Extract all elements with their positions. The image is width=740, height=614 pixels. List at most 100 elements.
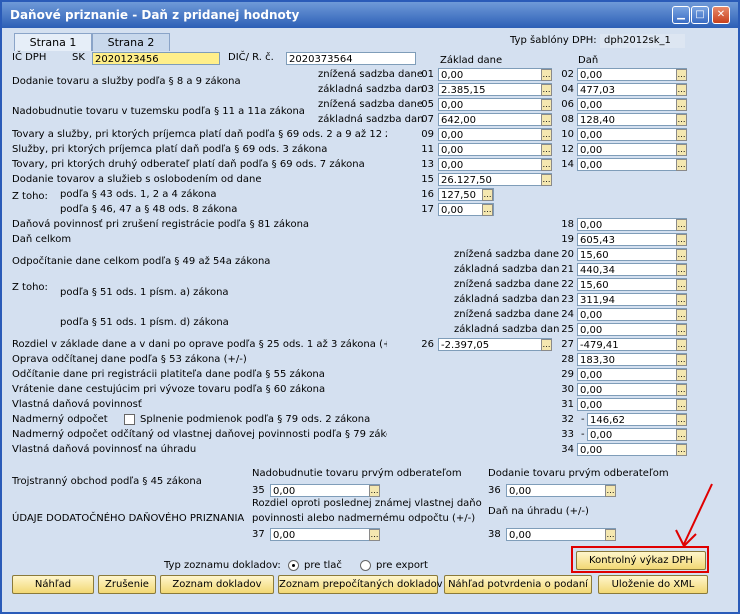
dan-field-31[interactable]: 0,00 xyxy=(577,398,687,411)
row-number: 20 xyxy=(561,249,574,260)
dan-field-30[interactable]: 0,00 xyxy=(577,383,687,396)
kontrolny-vykaz-button[interactable]: Kontrolný výkaz DPH xyxy=(576,551,706,570)
f4-help-icon[interactable]: … xyxy=(676,294,687,306)
f4-help-icon[interactable]: … xyxy=(541,174,552,186)
dan-field-20[interactable]: 15,60 xyxy=(577,248,687,261)
dan-field-22[interactable]: 15,60 xyxy=(577,278,687,291)
f4-help-icon[interactable]: … xyxy=(605,529,616,541)
f4-help-icon[interactable]: … xyxy=(541,339,552,351)
close-icon[interactable]: ✕ xyxy=(712,6,730,24)
f4-help-icon[interactable]: … xyxy=(676,429,687,441)
f4-help-icon[interactable]: … xyxy=(541,144,552,156)
row-31-label: Vlastná daňová povinnosť xyxy=(12,399,142,410)
dan-field-18[interactable]: 0,00 xyxy=(577,218,687,231)
f4-help-icon[interactable]: … xyxy=(676,279,687,291)
f4-help-icon[interactable]: … xyxy=(541,114,552,126)
dan-field-04[interactable]: 477,03 xyxy=(577,83,687,96)
f4-help-icon[interactable]: … xyxy=(369,529,380,541)
minimize-icon[interactable]: ▁ xyxy=(672,6,690,24)
f4-help-icon[interactable]: … xyxy=(676,264,687,276)
f4-help-icon[interactable]: … xyxy=(541,99,552,111)
f4-help-icon[interactable]: … xyxy=(676,384,687,396)
f4-help-icon[interactable]: … xyxy=(605,485,616,497)
dan-field-24[interactable]: 0,00 xyxy=(577,308,687,321)
f4-help-icon[interactable]: … xyxy=(541,159,552,171)
row-34-label: Vlastná daňová povinnosť na úhradu xyxy=(12,444,197,455)
zaklad-field-09[interactable]: 0,00 xyxy=(438,128,552,141)
dan-field-12[interactable]: 0,00 xyxy=(577,143,687,156)
f4-help-icon[interactable]: … xyxy=(676,444,687,456)
dan-field-06[interactable]: 0,00 xyxy=(577,98,687,111)
dan-field-27[interactable]: -479,41 xyxy=(577,338,687,351)
row-number: 02 xyxy=(561,69,574,80)
odpocet-label: Odpočítanie dane celkom podľa § 49 až 54… xyxy=(12,256,271,267)
f4-help-icon[interactable]: … xyxy=(369,485,380,497)
dan-field-08[interactable]: 128,40 xyxy=(577,113,687,126)
nahlad-potvrdenia-button[interactable]: Náhľad potvrdenia o podaní xyxy=(444,575,592,594)
f4-help-icon[interactable]: … xyxy=(541,129,552,141)
f4-help-icon[interactable]: … xyxy=(676,219,687,231)
f4-help-icon[interactable]: … xyxy=(676,369,687,381)
f4-help-icon[interactable]: … xyxy=(676,309,687,321)
f4-help-icon[interactable]: … xyxy=(676,354,687,366)
ic-dph-field[interactable]: 2020123456 xyxy=(92,52,220,65)
f4-help-icon[interactable]: … xyxy=(676,129,687,141)
dan-field-29[interactable]: 0,00 xyxy=(577,368,687,381)
zaklad-field-01[interactable]: 0,00 xyxy=(438,68,552,81)
f4-help-icon[interactable]: … xyxy=(482,204,493,216)
zrusenie-button[interactable]: Zrušenie xyxy=(98,575,156,594)
radio-pre-export[interactable] xyxy=(360,560,371,571)
zaklad-field-26[interactable]: -2.397,05 xyxy=(438,338,552,351)
dan-field-23[interactable]: 311,94 xyxy=(577,293,687,306)
f4-help-icon[interactable]: … xyxy=(676,84,687,96)
dan-field-25[interactable]: 0,00 xyxy=(577,323,687,336)
row-number: 27 xyxy=(561,339,574,350)
ulozenie-xml-button[interactable]: Uloženie do XML xyxy=(598,575,708,594)
f4-help-icon[interactable]: … xyxy=(676,324,687,336)
dan-field-21[interactable]: 440,34 xyxy=(577,263,687,276)
zaklad-field-07[interactable]: 642,00 xyxy=(438,113,552,126)
f4-help-icon[interactable]: … xyxy=(676,339,687,351)
dic-field[interactable]: 2020373564 xyxy=(286,52,416,65)
f4-help-icon[interactable]: … xyxy=(541,84,552,96)
f4-help-icon[interactable]: … xyxy=(676,69,687,81)
zoznam-dokladov-button[interactable]: Zoznam dokladov xyxy=(160,575,274,594)
dan-field-14[interactable]: 0,00 xyxy=(577,158,687,171)
field-38[interactable]: 0,00 xyxy=(506,528,616,541)
field-35[interactable]: 0,00 xyxy=(270,484,380,497)
f4-help-icon[interactable]: … xyxy=(676,159,687,171)
f4-help-icon[interactable]: … xyxy=(676,414,687,426)
f4-help-icon[interactable]: … xyxy=(676,114,687,126)
tab-strana-2[interactable]: Strana 2 xyxy=(92,33,170,51)
dan-field-28[interactable]: 183,30 xyxy=(577,353,687,366)
dan-field-19[interactable]: 605,43 xyxy=(577,233,687,246)
field-37[interactable]: 0,00 xyxy=(270,528,380,541)
maximize-icon[interactable]: □ xyxy=(691,6,709,24)
f4-help-icon[interactable]: … xyxy=(541,69,552,81)
sk-label: SK xyxy=(72,52,85,63)
tab-strana-1[interactable]: Strana 1 xyxy=(14,33,92,51)
splnenie-checkbox[interactable] xyxy=(124,414,135,425)
dan-field-34[interactable]: 0,00 xyxy=(577,443,687,456)
dan-field-32[interactable]: 146,62 xyxy=(587,413,687,426)
nahlad-button[interactable]: Náhľad xyxy=(12,575,94,594)
field-36[interactable]: 0,00 xyxy=(506,484,616,497)
zaklad-field-11[interactable]: 0,00 xyxy=(438,143,552,156)
zaklad-field-15[interactable]: 26.127,50 xyxy=(438,173,552,186)
f4-help-icon[interactable]: … xyxy=(676,99,687,111)
radio-pre-tlac[interactable] xyxy=(288,560,299,571)
f4-help-icon[interactable]: … xyxy=(676,234,687,246)
zaklad-field-03[interactable]: 2.385,15 xyxy=(438,83,552,96)
zoznam-prepocitanych-button[interactable]: Zoznam prepočítaných dokladov xyxy=(278,575,443,594)
f4-help-icon[interactable]: … xyxy=(482,189,493,201)
f4-help-icon[interactable]: … xyxy=(676,249,687,261)
zaklad-field-13[interactable]: 0,00 xyxy=(438,158,552,171)
f4-help-icon[interactable]: … xyxy=(676,144,687,156)
dan-field-33[interactable]: 0,00 xyxy=(587,428,687,441)
dan-field-02[interactable]: 0,00 xyxy=(577,68,687,81)
row-number: 37 xyxy=(252,529,265,540)
zaklad-field-05[interactable]: 0,00 xyxy=(438,98,552,111)
row-number: 10 xyxy=(561,129,574,140)
f4-help-icon[interactable]: … xyxy=(676,399,687,411)
dan-field-10[interactable]: 0,00 xyxy=(577,128,687,141)
